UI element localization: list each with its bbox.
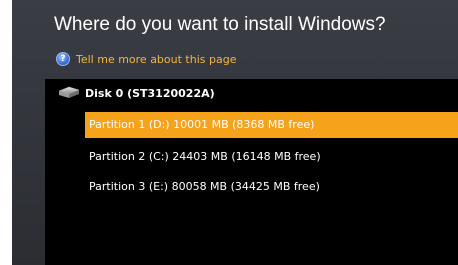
partition-list[interactable]: Disk 0 (ST3120022A) Partition 1 (D:) 100… — [45, 79, 458, 265]
partition-row-3[interactable]: Partition 3 (E:) 80058 MB (34425 MB free… — [85, 174, 458, 200]
install-dialog: Where do you want to install Windows? ? … — [12, 0, 458, 265]
disk-label: Disk 0 (ST3120022A) — [85, 86, 215, 100]
help-question-icon[interactable]: ? — [56, 52, 70, 66]
help-link[interactable]: Tell me more about this page — [76, 53, 236, 66]
help-link-row[interactable]: ? Tell me more about this page — [56, 52, 236, 66]
hard-drive-icon — [58, 86, 80, 98]
disk-row: Disk 0 (ST3120022A) — [57, 86, 215, 100]
partition-row-2[interactable]: Partition 2 (C:) 24403 MB (16148 MB free… — [85, 144, 458, 170]
partition-row-1[interactable]: Partition 1 (D:) 10001 MB (8368 MB free) — [85, 112, 458, 138]
page-title: Where do you want to install Windows? — [54, 14, 386, 35]
